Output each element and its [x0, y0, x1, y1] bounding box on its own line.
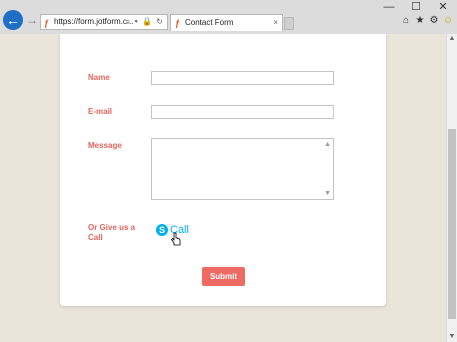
- close-window-button[interactable]: ✕: [430, 0, 456, 14]
- scrollbar-thumb[interactable]: [448, 129, 456, 319]
- name-input[interactable]: [151, 71, 334, 85]
- gear-icon[interactable]: ⚙: [428, 14, 440, 28]
- textarea-scroll-down-icon[interactable]: ▼: [324, 190, 331, 197]
- jotform-favicon-icon: ƒ: [175, 18, 181, 28]
- skype-icon[interactable]: S: [156, 224, 168, 236]
- call-label: Or Give us a Call: [88, 223, 135, 243]
- maximize-button[interactable]: ☐: [403, 0, 429, 14]
- tab-close-icon[interactable]: ×: [273, 15, 278, 31]
- address-controls[interactable]: ⌕ ▾ 🔒 ↻: [126, 15, 164, 29]
- tab-title: Contact Form: [185, 18, 234, 27]
- home-icon[interactable]: ⌂: [400, 14, 412, 28]
- form-card: Name E-mail Message ▲ ▼ Or Give us a Cal…: [60, 34, 386, 306]
- name-label: Name: [88, 73, 110, 82]
- minimize-button[interactable]: —: [376, 0, 402, 14]
- submit-button[interactable]: Submit: [202, 267, 245, 286]
- browser-titlebar: — ☐ ✕ ← → ƒ https://form.jotform.c... ⌕ …: [0, 0, 457, 34]
- hand-cursor-icon: [170, 232, 181, 246]
- back-button[interactable]: ←: [3, 10, 23, 30]
- scroll-up-icon[interactable]: ▲: [447, 34, 457, 44]
- address-bar[interactable]: ƒ https://form.jotform.c... ⌕ ▾ 🔒 ↻: [40, 14, 168, 30]
- smiley-icon[interactable]: ☺: [442, 14, 454, 28]
- call-label-line1: Or Give us a: [88, 223, 136, 232]
- email-input[interactable]: [151, 105, 334, 119]
- email-label: E-mail: [88, 107, 113, 116]
- tab-contact-form[interactable]: ƒ Contact Form ×: [170, 14, 283, 31]
- new-tab-button[interactable]: [284, 17, 294, 30]
- textarea-scroll-up-icon[interactable]: ▲: [324, 141, 331, 148]
- jotform-favicon-icon: ƒ: [44, 18, 50, 28]
- message-textarea[interactable]: ▲ ▼: [151, 138, 334, 200]
- message-label: Message: [88, 141, 122, 150]
- scroll-down-icon[interactable]: ▼: [447, 332, 457, 342]
- call-label-line2: Call: [88, 233, 103, 242]
- address-url: https://form.jotform.c...: [54, 17, 134, 26]
- back-arrow-icon: ←: [6, 12, 20, 28]
- vertical-scrollbar[interactable]: ▲ ▼: [446, 34, 457, 342]
- star-icon[interactable]: ★: [414, 14, 426, 28]
- page-viewport: Name E-mail Message ▲ ▼ Or Give us a Cal…: [0, 34, 446, 342]
- forward-arrow-icon: →: [26, 13, 38, 27]
- forward-button[interactable]: →: [25, 13, 39, 27]
